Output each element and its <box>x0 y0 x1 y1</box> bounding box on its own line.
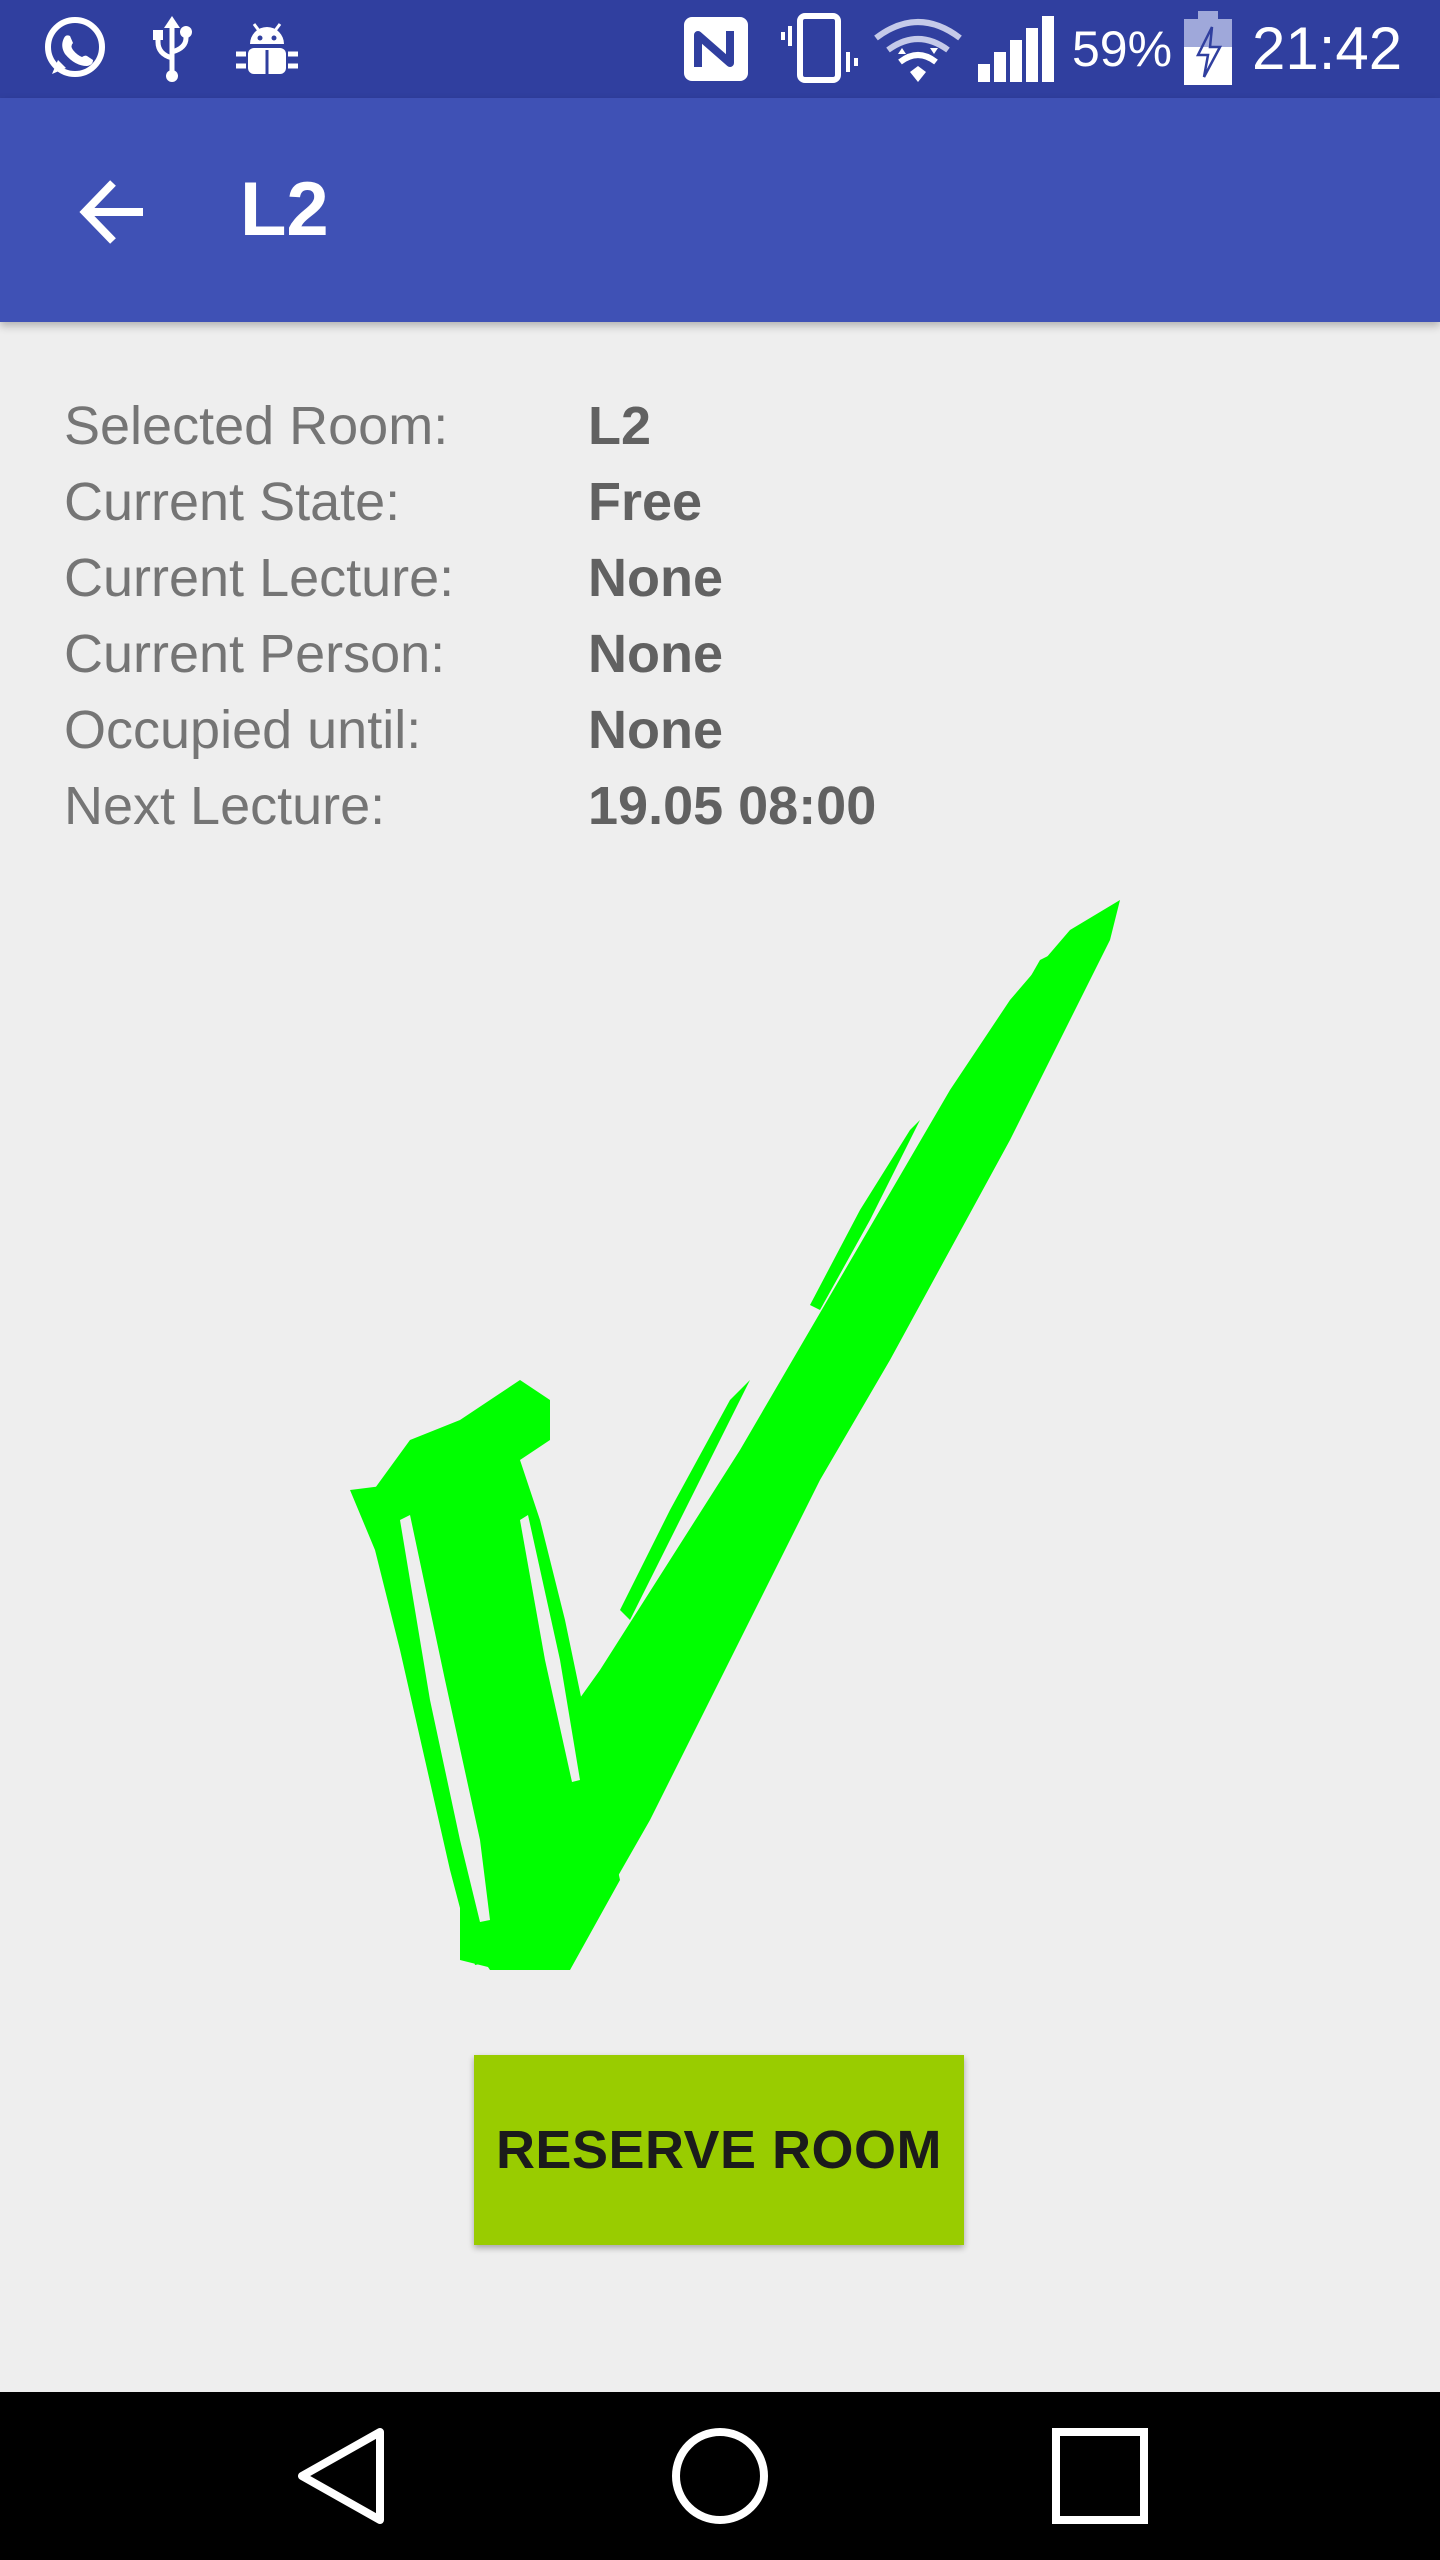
info-row-next-lecture: Next Lecture: 19.05 08:00 <box>64 768 876 844</box>
app-bar: L2 <box>0 98 1440 322</box>
navigation-bar <box>0 2392 1440 2560</box>
info-value: None <box>588 700 723 760</box>
info-label: Current State: <box>64 472 401 532</box>
whatsapp-icon <box>40 14 110 84</box>
info-row-current-person: Current Person: None <box>64 616 876 692</box>
status-bar: 59% 21:42 <box>0 0 1440 98</box>
info-label: Occupied until: <box>64 700 422 760</box>
usb-icon <box>150 14 194 84</box>
info-label: Current Person: <box>64 624 446 684</box>
info-row-current-state: Current State: Free <box>64 464 876 540</box>
info-value: 19.05 08:00 <box>588 776 877 836</box>
info-label: Next Lecture: <box>64 776 386 836</box>
arrow-back-icon <box>79 180 143 244</box>
back-triangle-icon[interactable] <box>290 2426 390 2526</box>
checkmark-icon <box>350 880 1130 1980</box>
info-value: None <box>588 624 723 684</box>
room-info: Selected Room: L2 Current State: Free Cu… <box>64 388 876 844</box>
info-row-occupied-until: Occupied until: None <box>64 692 876 768</box>
page-title: L2 <box>240 167 329 252</box>
clock: 21:42 <box>1252 15 1403 82</box>
info-label: Selected Room: <box>64 396 449 456</box>
nfc-icon <box>680 14 752 84</box>
battery-percent: 59% <box>1072 21 1173 77</box>
battery-charging-icon <box>1182 11 1234 85</box>
android-debug-icon <box>232 14 302 84</box>
wifi-icon <box>872 14 964 84</box>
recents-square-icon[interactable] <box>1050 2426 1150 2526</box>
info-value: L2 <box>588 396 652 456</box>
info-value: None <box>588 548 723 608</box>
info-label: Current Lecture: <box>64 548 455 608</box>
info-row-selected-room: Selected Room: L2 <box>64 388 876 464</box>
info-row-current-lecture: Current Lecture: None <box>64 540 876 616</box>
home-circle-icon[interactable] <box>670 2426 770 2526</box>
signal-icon <box>976 14 1058 84</box>
back-button[interactable] <box>70 170 154 254</box>
reserve-room-button[interactable]: RESERVE ROOM <box>474 2055 964 2245</box>
vibrate-icon <box>780 13 860 84</box>
info-value: Free <box>588 472 703 532</box>
